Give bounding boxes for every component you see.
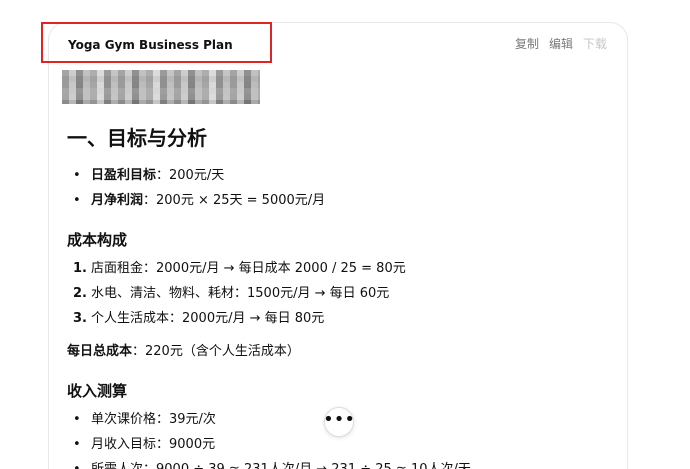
cost-item-number: 1.	[73, 261, 87, 276]
download-button[interactable]: 下载	[583, 38, 607, 50]
more-options-icon: •••	[323, 409, 355, 430]
cost-list: 1. 店面租金：2000元/月 → 每日成本 2000 / 25 = 80元 2…	[67, 259, 607, 328]
more-options-button[interactable]: •••	[323, 407, 355, 437]
goal-item-label: 月净利润	[91, 193, 144, 208]
goal-item-value: ：200元 × 25天 = 5000元/月	[143, 193, 326, 208]
redacted-text	[62, 70, 260, 104]
goal-item-monthly-profit: 月净利润：200元 × 25天 = 5000元/月	[67, 191, 607, 210]
edit-button[interactable]: 编辑	[549, 38, 573, 50]
copy-button[interactable]: 复制	[515, 38, 539, 50]
page: Yoga Gym Business Plan 复制 编辑 下载 一、目标与分析 …	[0, 0, 690, 469]
section-heading-cost: 成本构成	[67, 231, 128, 249]
cost-item-text: 个人生活成本：2000元/月 → 每日 80元	[91, 311, 325, 326]
income-item: 所需人次：9000 ÷ 39 ≈ 231人次/月 → 231 ÷ 25 ≈ 10…	[67, 460, 607, 469]
goal-item-daily-profit: 日盈利目标：200元/天	[67, 166, 607, 185]
cost-item-number: 3.	[73, 311, 87, 326]
cost-item-number: 2.	[73, 286, 87, 301]
cost-item: 3. 个人生活成本：2000元/月 → 每日 80元	[67, 309, 607, 328]
section-heading-income: 收入测算	[67, 382, 128, 400]
income-item: 月收入目标：9000元	[67, 435, 607, 454]
goal-item-value: ：200元/天	[156, 168, 225, 183]
document-title: Yoga Gym Business Plan	[68, 38, 233, 52]
cost-item-text: 水电、清洁、物料、耗材：1500元/月 → 每日 60元	[91, 286, 390, 301]
daily-total-cost-value: ：220元（含个人生活成本）	[132, 344, 300, 359]
document-actions: 复制 编辑 下载	[515, 38, 607, 50]
daily-total-cost-label: 每日总成本	[67, 344, 133, 359]
cost-item-text: 店面租金：2000元/月 → 每日成本 2000 / 25 = 80元	[91, 261, 406, 276]
section-heading-goal: 一、目标与分析	[67, 126, 207, 150]
cost-item: 2. 水电、清洁、物料、耗材：1500元/月 → 每日 60元	[67, 284, 607, 303]
daily-total-cost: 每日总成本：220元（含个人生活成本）	[67, 342, 607, 361]
cost-item: 1. 店面租金：2000元/月 → 每日成本 2000 / 25 = 80元	[67, 259, 607, 278]
goal-list: 日盈利目标：200元/天 月净利润：200元 × 25天 = 5000元/月	[67, 166, 607, 210]
goal-item-label: 日盈利目标	[91, 168, 157, 183]
